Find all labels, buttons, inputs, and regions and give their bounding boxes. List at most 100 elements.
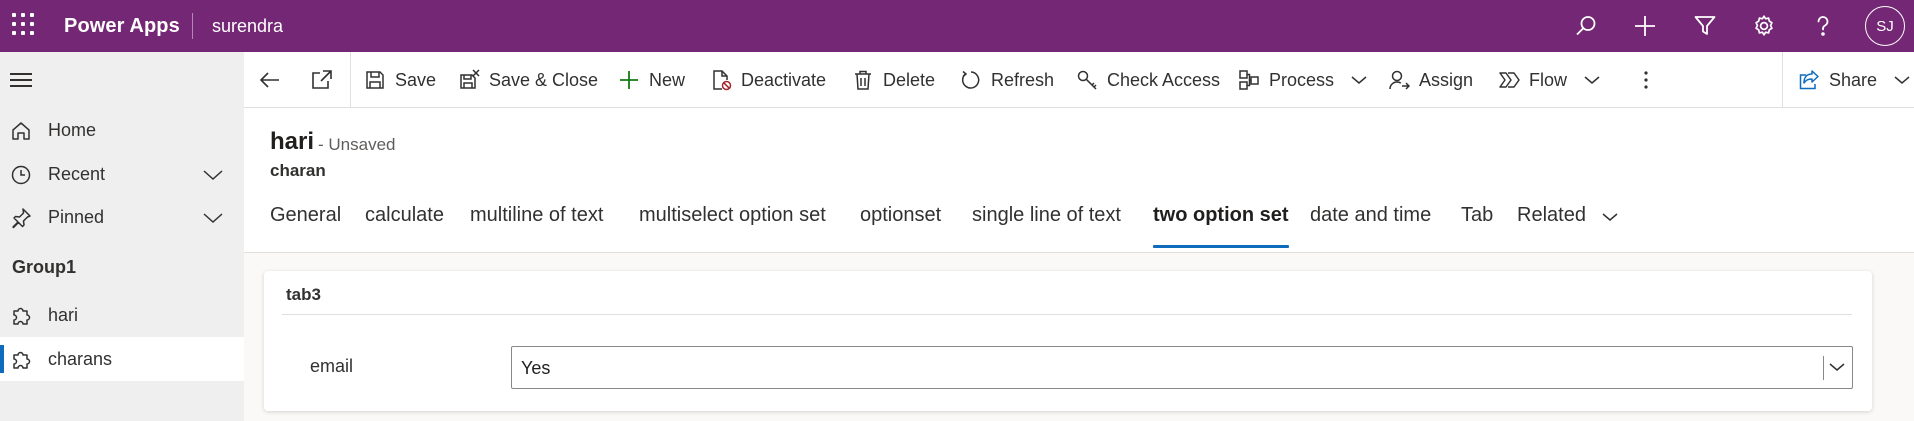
puzzle-piece-icon: [13, 307, 31, 325]
back-arrow-icon: [259, 72, 279, 88]
save-and-close-button[interactable]: Save & Close: [458, 52, 598, 108]
top-app-bar: Power Apps surendra SJ: [0, 0, 1914, 52]
email-selected-value: Yes: [521, 358, 551, 378]
chevron-down-icon: [1584, 76, 1600, 84]
select-divider: [1823, 356, 1824, 380]
pop-out-icon: [312, 70, 332, 89]
new-button[interactable]: New: [618, 52, 685, 108]
app-launcher-icon[interactable]: [12, 13, 34, 35]
nav-item-pinned[interactable]: Pinned: [0, 195, 244, 239]
assign-label: Assign: [1419, 69, 1474, 90]
refresh-label: Refresh: [991, 69, 1055, 90]
add-icon[interactable]: [1632, 13, 1658, 39]
tab-label: multiselect option set: [639, 204, 826, 226]
sitemap-nav: Home Recent Pinned Group1 hari charans: [0, 52, 244, 421]
tab-label: single line of text: [972, 204, 1121, 226]
nav-item-charans[interactable]: charans: [0, 337, 244, 381]
chevron-down-icon[interactable]: [1828, 360, 1846, 374]
tab-tab[interactable]: Tab: [1461, 204, 1493, 252]
filter-icon[interactable]: [1692, 13, 1718, 39]
tab-label: General: [270, 204, 342, 226]
share-button[interactable]: Share: [1798, 52, 1911, 108]
tab-calculate[interactable]: calculate: [365, 204, 444, 252]
app-title[interactable]: Power Apps: [64, 15, 180, 38]
check-access-label: Check Access: [1107, 69, 1221, 90]
plus-icon: [620, 71, 638, 89]
process-button[interactable]: Process: [1238, 52, 1368, 108]
email-two-option-select[interactable]: Yes: [511, 346, 1853, 389]
flow-icon: [1499, 72, 1520, 88]
nav-item-home[interactable]: Home: [0, 108, 244, 152]
back-button[interactable]: [258, 52, 282, 108]
refresh-icon: [961, 70, 980, 89]
flow-button[interactable]: Flow: [1498, 52, 1601, 108]
chevron-down-icon[interactable]: [202, 209, 224, 227]
settings-gear-icon[interactable]: [1751, 13, 1777, 39]
record-entity-name: charan: [270, 161, 326, 180]
tab-general[interactable]: General: [270, 204, 341, 252]
command-divider: [1782, 52, 1783, 108]
tab-two-option-set[interactable]: two option set: [1153, 204, 1289, 252]
section-title: tab3: [286, 285, 321, 304]
tab-label: date and time: [1310, 204, 1432, 226]
form-header: hari - Unsaved charan General calculate …: [244, 108, 1914, 253]
tab-single-line-of-text[interactable]: single line of text: [972, 204, 1121, 252]
nav-item-label: Recent: [48, 163, 106, 184]
tab-label: Related: [1517, 204, 1586, 226]
record-title: hari: [270, 128, 315, 155]
delete-label: Delete: [883, 69, 936, 90]
tab-optionset[interactable]: optionset: [860, 204, 941, 252]
title-divider: [192, 13, 193, 39]
search-icon[interactable]: [1573, 13, 1599, 39]
nav-item-hari[interactable]: hari: [0, 293, 244, 337]
record-save-status: - Unsaved: [318, 135, 396, 154]
environment-name[interactable]: surendra: [212, 16, 283, 37]
assign-button[interactable]: Assign: [1388, 52, 1473, 108]
nav-item-label: Pinned: [48, 206, 105, 227]
save-and-close-label: Save & Close: [489, 69, 599, 90]
command-divider: [350, 52, 351, 108]
save-label: Save: [395, 69, 437, 90]
chevron-down-icon[interactable]: [202, 166, 224, 184]
puzzle-piece-icon: [13, 351, 31, 369]
refresh-button[interactable]: Refresh: [960, 52, 1054, 108]
tab-label: optionset: [860, 204, 942, 226]
share-icon: [1799, 70, 1819, 90]
form-section-card: tab3 email Yes: [264, 271, 1872, 411]
clock-icon: [11, 165, 31, 185]
chevron-down-icon: [1602, 213, 1618, 221]
deactivate-document-icon: [713, 70, 732, 91]
delete-button[interactable]: Delete: [852, 52, 935, 108]
tab-related[interactable]: Related: [1517, 204, 1618, 252]
key-icon: [1077, 70, 1097, 90]
hamburger-menu-icon[interactable]: [10, 70, 32, 90]
help-icon[interactable]: [1810, 13, 1836, 39]
command-bar: Save Save & Close New Deactivate Delete …: [244, 52, 1914, 108]
tab-label: two option set: [1153, 204, 1289, 226]
assign-person-icon: [1389, 70, 1410, 90]
more-commands-button[interactable]: [1634, 52, 1658, 108]
user-avatar[interactable]: SJ: [1865, 6, 1905, 46]
trash-icon: [855, 70, 871, 90]
chevron-down-icon: [1351, 76, 1367, 84]
open-in-new-window-button[interactable]: [310, 52, 334, 108]
share-label: Share: [1829, 69, 1878, 90]
nav-item-recent[interactable]: Recent: [0, 152, 244, 196]
deactivate-label: Deactivate: [741, 69, 827, 90]
check-access-button[interactable]: Check Access: [1076, 52, 1220, 108]
save-button[interactable]: Save: [364, 52, 436, 108]
home-icon: [12, 122, 30, 140]
flow-label: Flow: [1529, 69, 1568, 90]
tab-date-and-time[interactable]: date and time: [1310, 204, 1431, 252]
nav-item-label: charans: [48, 348, 113, 369]
tab-label: multiline of text: [470, 204, 604, 226]
deactivate-button[interactable]: Deactivate: [710, 52, 826, 108]
new-label: New: [649, 69, 686, 90]
tab-multiselect-option-set[interactable]: multiselect option set: [639, 204, 826, 252]
nav-item-label: hari: [48, 304, 79, 325]
nav-group-title: Group1: [12, 257, 77, 277]
tab-label: Tab: [1461, 204, 1494, 226]
tab-label: calculate: [365, 204, 444, 226]
save-close-icon: [460, 69, 480, 89]
tab-multiline-of-text[interactable]: multiline of text: [470, 204, 603, 252]
